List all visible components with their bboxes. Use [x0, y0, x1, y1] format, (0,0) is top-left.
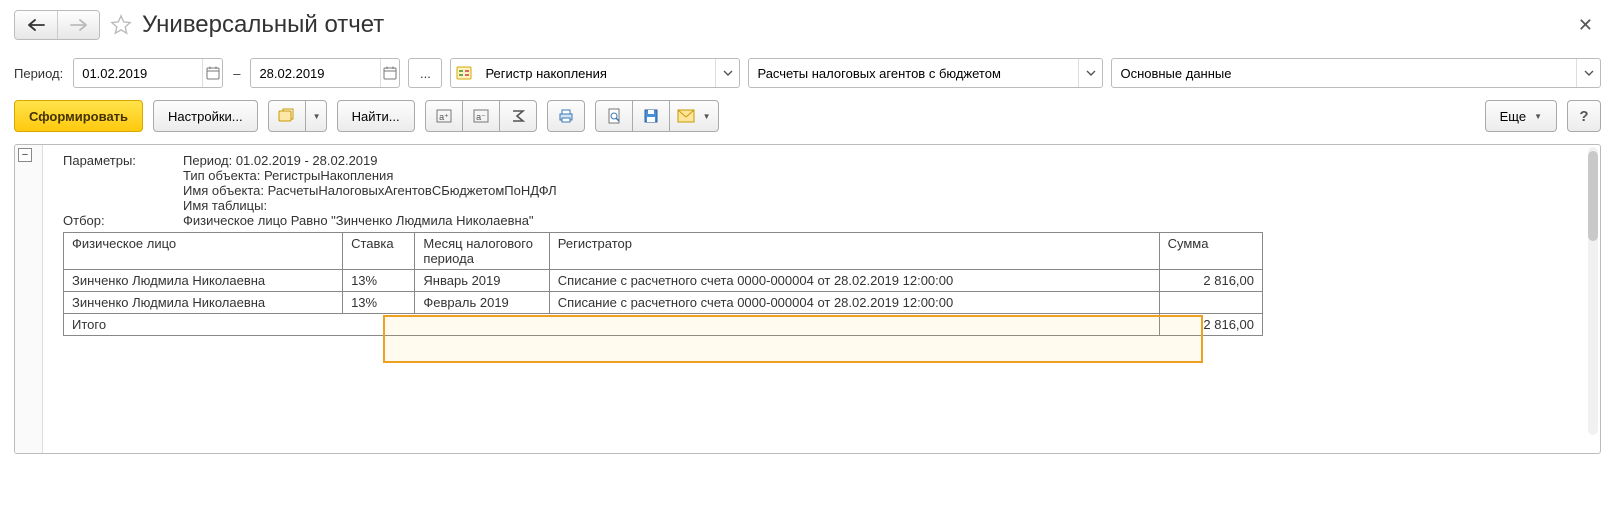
svg-text:a⁺: a⁺	[439, 112, 449, 122]
date-to-input[interactable]	[251, 59, 379, 87]
header-row: Физическое лицо Ставка Месяц налогового …	[64, 233, 1263, 270]
col-person: Физическое лицо	[64, 233, 343, 270]
expand-groups-button[interactable]: a⁺	[425, 100, 463, 132]
period-dash: –	[231, 66, 242, 81]
select-variant-menu[interactable]: ▼	[305, 100, 327, 132]
period-label: Период:	[14, 66, 63, 81]
forward-button[interactable]	[57, 11, 99, 39]
date-to-field[interactable]	[250, 58, 400, 88]
calendar-icon[interactable]	[380, 59, 400, 87]
date-from-input[interactable]	[74, 59, 202, 87]
help-button[interactable]: ?	[1567, 100, 1601, 132]
find-button[interactable]: Найти...	[337, 100, 415, 132]
col-month: Месяц налогового периода	[415, 233, 549, 270]
nav-buttons	[14, 10, 100, 40]
object-type-combo[interactable]	[450, 58, 740, 88]
chevron-down-icon[interactable]	[1078, 59, 1102, 87]
collapse-toggle[interactable]: −	[18, 148, 32, 162]
col-registrar: Регистратор	[549, 233, 1159, 270]
col-sum: Сумма	[1159, 233, 1262, 270]
sum-button[interactable]	[499, 100, 537, 132]
close-button[interactable]: ✕	[1570, 11, 1601, 40]
svg-text:a⁻: a⁻	[476, 112, 486, 122]
back-button[interactable]	[15, 11, 57, 39]
more-button[interactable]: Еще▼	[1485, 100, 1557, 132]
print-button[interactable]	[547, 100, 585, 132]
report-table: Физическое лицо Ставка Месяц налогового …	[63, 232, 1263, 336]
table-row[interactable]: Зинченко Людмила Николаевна 13% Январь 2…	[64, 270, 1263, 292]
preview-button[interactable]	[595, 100, 633, 132]
object-type-input[interactable]	[477, 59, 715, 87]
chevron-down-icon[interactable]	[715, 59, 739, 87]
file-ops: ▼	[595, 100, 719, 132]
calendar-icon[interactable]	[202, 59, 222, 87]
report-params: Параметры:Период: 01.02.2019 - 28.02.201…	[63, 153, 1588, 228]
date-from-field[interactable]	[73, 58, 223, 88]
object-name-input[interactable]	[749, 59, 1078, 87]
chevron-down-icon[interactable]	[1576, 59, 1600, 87]
collapse-groups-button[interactable]: a⁻	[462, 100, 500, 132]
table-name-input[interactable]	[1112, 59, 1576, 87]
object-name-combo[interactable]	[748, 58, 1103, 88]
group-ops: a⁺ a⁻	[425, 100, 537, 132]
table-name-combo[interactable]	[1111, 58, 1601, 88]
register-icon	[451, 59, 477, 87]
ellipsis-label: ...	[420, 66, 431, 81]
page-title: Универсальный отчет	[142, 11, 384, 39]
variant-group: ▼	[268, 100, 327, 132]
save-button[interactable]	[632, 100, 670, 132]
total-row: Итого 2 816,00	[64, 314, 1263, 336]
run-report-button[interactable]: Сформировать	[14, 100, 143, 132]
settings-button[interactable]: Настройки...	[153, 100, 258, 132]
period-dialog-button[interactable]: ...	[408, 58, 442, 88]
select-variant-button[interactable]	[268, 100, 306, 132]
report-area[interactable]: − Параметры:Период: 01.02.2019 - 28.02.2…	[14, 144, 1601, 454]
table-row[interactable]: Зинченко Людмила Николаевна 13% Февраль …	[64, 292, 1263, 314]
favorite-star-icon[interactable]	[108, 12, 134, 38]
email-button[interactable]: ▼	[669, 100, 719, 132]
vertical-scrollbar[interactable]	[1588, 147, 1598, 435]
col-rate: Ставка	[343, 233, 415, 270]
